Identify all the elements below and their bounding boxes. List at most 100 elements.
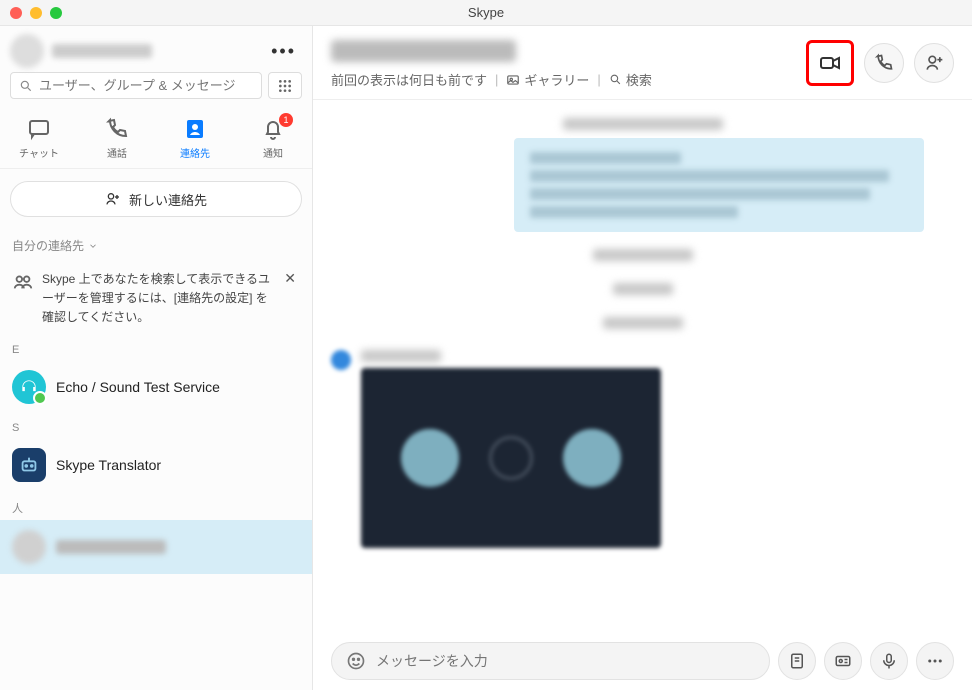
video-call-button[interactable] — [818, 51, 842, 75]
sidebar: ••• チャット 通話 連絡先 — [0, 26, 313, 690]
minimize-window-button[interactable] — [30, 7, 42, 19]
letter-header-e: E — [0, 336, 312, 360]
tab-notifications-label: 通知 — [263, 145, 283, 160]
search-input[interactable] — [39, 78, 253, 93]
more-horizontal-icon — [926, 652, 944, 670]
video-call-preview[interactable] — [361, 368, 661, 548]
video-call-highlight — [806, 40, 854, 86]
incoming-video-message-row — [331, 350, 954, 548]
me-profile[interactable] — [10, 34, 152, 68]
notice-close-button[interactable]: ✕ — [280, 270, 300, 287]
zoom-window-button[interactable] — [50, 7, 62, 19]
tab-contacts[interactable]: 連絡先 — [156, 117, 234, 160]
group-icon — [12, 270, 34, 292]
outgoing-message — [514, 138, 924, 232]
microphone-icon — [880, 652, 898, 670]
audio-call-button[interactable] — [864, 43, 904, 83]
chat-title-area: 前回の表示は何日も前です | ギャラリー | 検索 — [331, 40, 806, 89]
tab-chat[interactable]: チャット — [0, 117, 78, 160]
gallery-icon — [506, 73, 520, 87]
tab-call[interactable]: 通話 — [78, 117, 156, 160]
file-icon — [788, 652, 806, 670]
chat-search-link[interactable]: 検索 — [609, 70, 652, 89]
window-title: Skype — [468, 5, 504, 20]
robot-icon — [18, 454, 40, 476]
participant-avatar — [401, 429, 459, 487]
chat-body[interactable] — [313, 100, 972, 632]
add-person-icon — [924, 53, 944, 73]
last-seen-text: 前回の表示は何日も前です — [331, 70, 487, 89]
date-separator — [331, 248, 954, 266]
sender-avatar — [331, 350, 351, 370]
contact-selected-person[interactable] — [0, 520, 312, 574]
attach-file-button[interactable] — [778, 642, 816, 680]
contacts-icon — [183, 117, 207, 141]
app-frame: ••• チャット 通話 連絡先 — [0, 26, 972, 690]
system-message — [563, 118, 723, 130]
add-contact-icon — [105, 191, 121, 207]
add-participant-button[interactable] — [914, 43, 954, 83]
voice-message-button[interactable] — [870, 642, 908, 680]
sidebar-top-row: ••• — [0, 26, 312, 72]
letter-header-people: 人 — [0, 492, 312, 520]
avatar-translator — [12, 448, 46, 482]
contact-echo[interactable]: Echo / Sound Test Service — [0, 360, 312, 414]
info-separator — [331, 316, 954, 334]
gallery-label: ギャラリー — [524, 70, 589, 89]
headset-icon — [19, 377, 39, 397]
me-name — [52, 44, 152, 58]
chat-subline: 前回の表示は何日も前です | ギャラリー | 検索 — [331, 70, 806, 89]
dialpad-icon — [277, 78, 293, 94]
chat-pane: 前回の表示は何日も前です | ギャラリー | 検索 — [313, 26, 972, 690]
phone-icon — [105, 117, 129, 141]
close-window-button[interactable] — [10, 7, 22, 19]
compose-box[interactable] — [331, 642, 770, 680]
titlebar: Skype — [0, 0, 972, 26]
contact-translator[interactable]: Skype Translator — [0, 438, 312, 492]
tab-call-label: 通話 — [107, 145, 127, 160]
time-separator — [331, 282, 954, 300]
contact-card-button[interactable] — [824, 642, 862, 680]
tab-notifications[interactable]: 1 通知 — [234, 117, 312, 160]
tab-chat-label: チャット — [19, 145, 59, 160]
more-menu-button[interactable]: ••• — [265, 39, 302, 64]
window-controls — [10, 7, 62, 19]
emoji-icon[interactable] — [346, 651, 366, 671]
gallery-link[interactable]: ギャラリー — [506, 70, 589, 89]
play-icon — [489, 436, 533, 480]
chat-icon — [27, 117, 51, 141]
compose-bar — [313, 632, 972, 690]
chat-action-buttons — [806, 40, 954, 86]
search-row — [0, 72, 312, 107]
message-input[interactable] — [376, 653, 755, 669]
sidebar-tabs: チャット 通話 連絡先 1 通知 — [0, 107, 312, 169]
chevron-down-icon — [88, 241, 98, 251]
video-icon — [818, 51, 842, 75]
contact-translator-name: Skype Translator — [56, 457, 161, 473]
avatar-person — [12, 530, 46, 564]
contact-echo-name: Echo / Sound Test Service — [56, 379, 220, 395]
search-icon — [19, 79, 33, 93]
participant-avatar — [563, 429, 621, 487]
new-contact-button[interactable]: 新しい連絡先 — [10, 181, 302, 217]
tab-contacts-label: 連絡先 — [180, 145, 210, 160]
sender-name — [361, 350, 441, 362]
more-options-button[interactable] — [916, 642, 954, 680]
separator: | — [495, 72, 498, 87]
letter-header-s: S — [0, 414, 312, 438]
search-icon — [609, 73, 622, 86]
my-contacts-label: 自分の連絡先 — [12, 237, 84, 254]
notifications-badge: 1 — [279, 113, 293, 127]
card-icon — [834, 652, 852, 670]
search-box[interactable] — [10, 72, 262, 99]
dialpad-button[interactable] — [268, 72, 302, 99]
chat-header: 前回の表示は何日も前です | ギャラリー | 検索 — [313, 26, 972, 100]
new-contact-label: 新しい連絡先 — [129, 190, 207, 209]
notice-text: Skype 上であなたを検索して表示できるユーザーを管理するには、[連絡先の設定… — [42, 270, 272, 328]
my-contacts-header[interactable]: 自分の連絡先 — [0, 229, 312, 262]
contact-person-name — [56, 540, 166, 554]
phone-icon — [874, 53, 894, 73]
separator: | — [597, 72, 600, 87]
chat-search-label: 検索 — [626, 70, 652, 89]
contacts-visibility-notice: Skype 上であなたを検索して表示できるユーザーを管理するには、[連絡先の設定… — [0, 262, 312, 336]
